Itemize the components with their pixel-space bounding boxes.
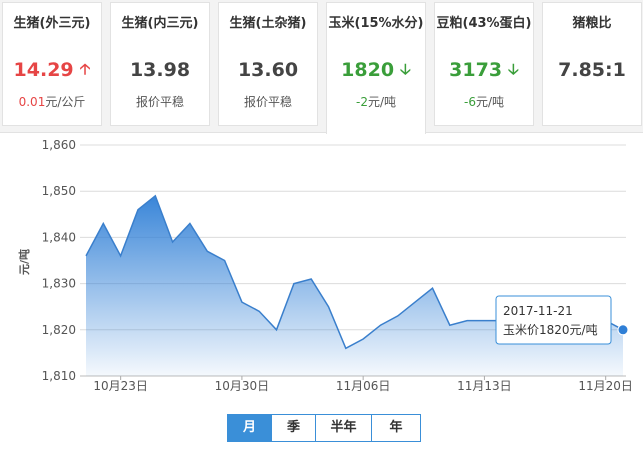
card-title: 玉米(15%水分) xyxy=(328,16,424,31)
y-tick-label: 1,860 xyxy=(42,138,76,152)
chart-area-fill xyxy=(86,195,623,376)
price-card-corn[interactable]: 玉米(15%水分) 1820 🡣 -2元/吨 xyxy=(326,2,426,134)
x-tick-label: 10月23日 xyxy=(93,379,148,393)
y-tick-label: 1,810 xyxy=(42,369,76,383)
y-tick-label: 1,840 xyxy=(42,230,76,244)
x-tick-label: 11月20日 xyxy=(578,379,633,393)
x-tick-label: 10月30日 xyxy=(215,379,270,393)
chart-hover-point[interactable] xyxy=(617,324,629,336)
card-price: 1820 🡣 xyxy=(327,59,425,84)
y-tick-label: 1,850 xyxy=(42,184,76,198)
period-selector: 月 季 半年 年 xyxy=(227,414,421,442)
period-month-button[interactable]: 月 xyxy=(228,415,272,441)
period-year-button[interactable]: 年 xyxy=(372,415,420,441)
chart-tooltip: 2017-11-21 玉米价1820元/吨 xyxy=(495,295,612,345)
arrow-down-icon: 🡣 xyxy=(400,60,411,78)
x-tick-label: 11月06日 xyxy=(336,379,391,393)
period-quarter-button[interactable]: 季 xyxy=(272,415,316,441)
tooltip-date: 2017-11-21 xyxy=(503,304,573,318)
period-halfyear-button[interactable]: 半年 xyxy=(316,415,372,441)
price-chart: 1,810 1,820 1,830 1,840 1,850 1,860 10月23日 10月… xyxy=(17,138,633,393)
y-axis-label: 元/吨 xyxy=(17,249,31,275)
y-tick-label: 1,830 xyxy=(42,277,76,291)
x-tick-label: 11月13日 xyxy=(457,379,512,393)
card-change: -2元/吨 xyxy=(355,95,396,109)
y-tick-label: 1,820 xyxy=(42,323,76,337)
tooltip-value: 玉米价1820元/吨 xyxy=(503,323,598,337)
